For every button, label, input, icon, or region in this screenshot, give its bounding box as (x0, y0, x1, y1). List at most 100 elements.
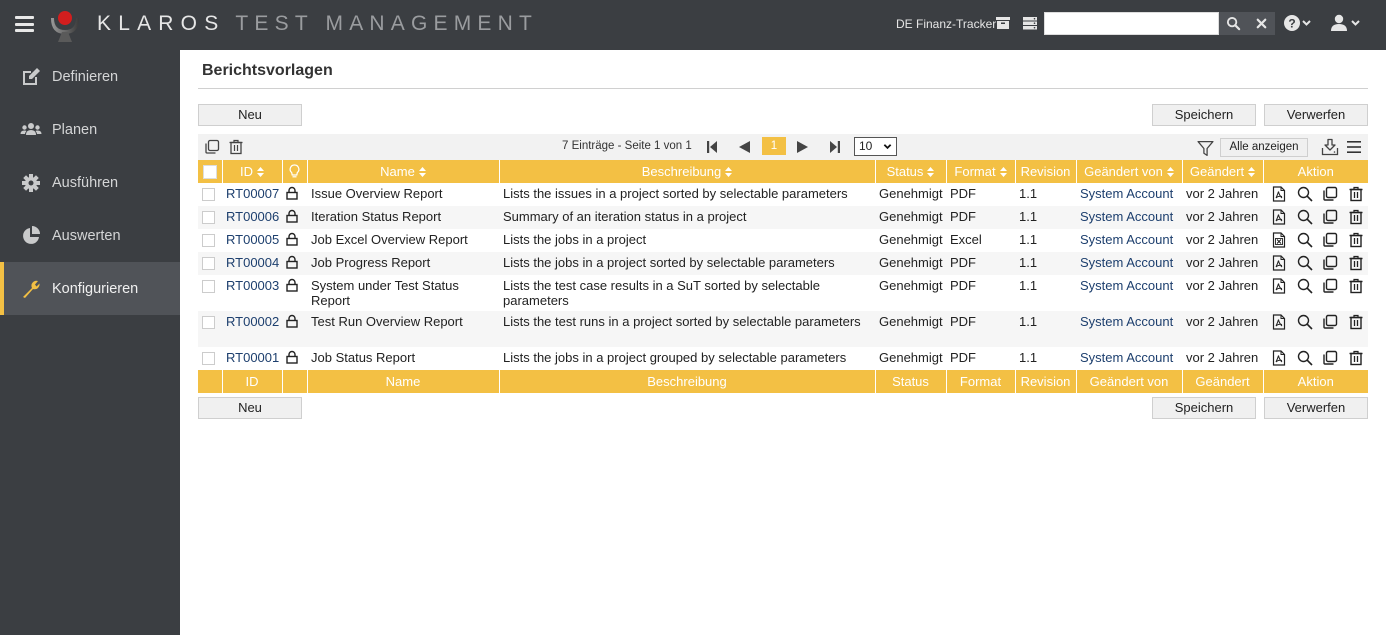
column-header-name[interactable]: Name (307, 160, 500, 183)
trash-icon[interactable] (1348, 186, 1364, 202)
report-id-link[interactable]: RT00004 (226, 255, 279, 270)
filter-icon[interactable] (1197, 140, 1214, 157)
duplicate-icon[interactable] (1322, 350, 1338, 366)
lock-icon (286, 278, 298, 292)
lock-cell (282, 275, 307, 311)
user-link[interactable]: System Account (1080, 232, 1173, 247)
trash-icon[interactable] (1348, 350, 1364, 366)
close-icon[interactable] (1254, 16, 1269, 31)
report-id-link[interactable]: RT00002 (226, 314, 279, 329)
trash-icon[interactable] (1348, 209, 1364, 225)
column-header-status[interactable]: Status (875, 160, 947, 183)
duplicate-icon[interactable] (1322, 186, 1338, 202)
view-icon[interactable] (1297, 209, 1313, 225)
view-icon[interactable] (1297, 278, 1313, 294)
export-icon[interactable] (1321, 138, 1339, 156)
duplicate-icon[interactable] (204, 139, 220, 155)
view-icon[interactable] (1297, 350, 1313, 366)
user-link[interactable]: System Account (1080, 209, 1173, 224)
revision-cell: 1.1 (1019, 314, 1038, 329)
current-page-button[interactable]: 1 (762, 137, 786, 155)
report-id-link[interactable]: RT00007 (226, 186, 279, 201)
duplicate-icon[interactable] (1322, 232, 1338, 248)
next-page-icon[interactable] (795, 139, 811, 155)
column-header-changed[interactable]: Geändert (1182, 160, 1264, 183)
show-all-button[interactable]: Alle anzeigen (1220, 138, 1308, 157)
report-id-link[interactable]: RT00001 (226, 350, 279, 365)
sidebar-item-konfigurieren[interactable]: Konfigurieren (0, 262, 180, 315)
row-checkbox[interactable] (202, 352, 215, 366)
page-size-select[interactable]: 10 (854, 137, 897, 156)
user-menu-icon[interactable] (1330, 14, 1362, 32)
changed-cell: vor 2 Jahren (1186, 186, 1259, 201)
column-menu-icon[interactable] (1346, 140, 1362, 154)
pdf-file-icon[interactable] (1271, 314, 1287, 330)
duplicate-icon[interactable] (1322, 209, 1338, 225)
view-icon[interactable] (1297, 186, 1313, 202)
select-all-checkbox[interactable] (202, 165, 217, 180)
view-icon[interactable] (1297, 232, 1313, 248)
help-menu-icon[interactable]: ? (1283, 14, 1313, 32)
sidebar-item-definieren[interactable]: Definieren (0, 50, 180, 103)
row-checkbox[interactable] (202, 280, 215, 294)
duplicate-icon[interactable] (1322, 314, 1338, 330)
row-checkbox[interactable] (202, 257, 215, 271)
klaros-logo[interactable] (47, 8, 83, 44)
trash-icon[interactable] (1348, 278, 1364, 294)
last-page-icon[interactable] (827, 139, 843, 155)
duplicate-icon[interactable] (1322, 278, 1338, 294)
sidebar-item-label: Definieren (52, 68, 119, 85)
row-checkbox[interactable] (202, 188, 215, 202)
archive-icon[interactable] (995, 15, 1011, 31)
sidebar-item-planen[interactable]: Planen (0, 103, 180, 156)
column-header-format[interactable]: Format (946, 160, 1016, 183)
new-button-bottom[interactable]: Neu (198, 397, 302, 419)
pdf-file-icon[interactable] (1271, 255, 1287, 271)
discard-button-bottom[interactable]: Verwerfen (1264, 397, 1368, 419)
discard-button-top[interactable]: Verwerfen (1264, 104, 1368, 126)
row-checkbox[interactable] (202, 211, 215, 225)
save-button-bottom[interactable]: Speichern (1152, 397, 1256, 419)
column-header-changed-by[interactable]: Geändert von (1076, 160, 1183, 183)
wrench-icon (23, 280, 40, 298)
excel-file-icon[interactable] (1271, 232, 1287, 248)
footer-id: ID (222, 370, 283, 393)
trash-icon[interactable] (1348, 314, 1364, 330)
user-link[interactable]: System Account (1080, 350, 1173, 365)
pdf-file-icon[interactable] (1271, 350, 1287, 366)
search-icon[interactable] (1226, 16, 1241, 31)
sidebar-item-ausfuehren[interactable]: Ausführen (0, 156, 180, 209)
pdf-file-icon[interactable] (1271, 209, 1287, 225)
project-label[interactable]: DE Finanz-Tracker (896, 17, 996, 31)
column-header-description[interactable]: Beschreibung (499, 160, 876, 183)
report-id-link[interactable]: RT00006 (226, 209, 279, 224)
format-cell: PDF (950, 278, 976, 293)
view-icon[interactable] (1297, 314, 1313, 330)
user-link[interactable]: System Account (1080, 314, 1173, 329)
pdf-file-icon[interactable] (1271, 186, 1287, 202)
description-cell: Lists the jobs in a project grouped by s… (503, 350, 847, 365)
trash-icon[interactable] (228, 139, 244, 155)
duplicate-icon[interactable] (1322, 255, 1338, 271)
user-link[interactable]: System Account (1080, 255, 1173, 270)
new-button-top[interactable]: Neu (198, 104, 302, 126)
row-checkbox[interactable] (202, 316, 215, 330)
trash-icon[interactable] (1348, 255, 1364, 271)
previous-page-icon[interactable] (736, 139, 752, 155)
format-cell: PDF (950, 314, 976, 329)
report-id-link[interactable]: RT00003 (226, 278, 279, 293)
sidebar-item-auswerten[interactable]: Auswerten (0, 209, 180, 262)
search-input[interactable] (1044, 12, 1219, 35)
row-checkbox[interactable] (202, 234, 215, 248)
first-page-icon[interactable] (704, 139, 720, 155)
user-link[interactable]: System Account (1080, 278, 1173, 293)
server-icon[interactable] (1022, 15, 1038, 31)
column-header-id[interactable]: ID (222, 160, 283, 183)
hamburger-icon[interactable] (15, 16, 34, 32)
report-id-link[interactable]: RT00005 (226, 232, 279, 247)
view-icon[interactable] (1297, 255, 1313, 271)
save-button-top[interactable]: Speichern (1152, 104, 1256, 126)
user-link[interactable]: System Account (1080, 186, 1173, 201)
trash-icon[interactable] (1348, 232, 1364, 248)
pdf-file-icon[interactable] (1271, 278, 1287, 294)
